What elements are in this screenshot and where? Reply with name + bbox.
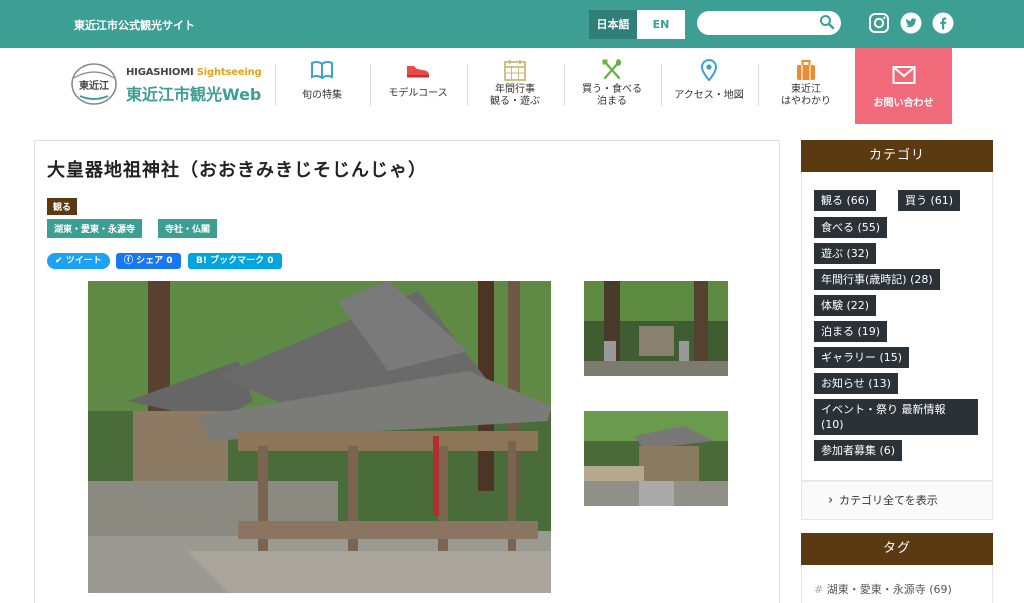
- category-chip[interactable]: 参加者募集 (6): [814, 440, 903, 461]
- tweet-button[interactable]: ✔ ツイート: [47, 253, 110, 269]
- facebook-share-button[interactable]: ⓕ シェア 0: [116, 253, 181, 269]
- thumbnail-photo[interactable]: [584, 281, 728, 376]
- nav-label: アクセス・地図: [674, 90, 744, 101]
- page-title: 大皇器地祖神社（おおきみきじそじんじゃ）: [47, 160, 427, 181]
- nav-label: 買う・食べる 泊まる: [582, 84, 642, 107]
- top-bar: 東近江市公式観光サイト 日本語 EN: [0, 0, 1024, 48]
- category-chip[interactable]: 泊まる (19): [814, 321, 888, 342]
- logo-en: HIGASHIOMI Sightseeing: [126, 67, 262, 78]
- site-logo[interactable]: 東近江 HIGASHIOMI Sightseeing 東近江市観光Web: [70, 62, 270, 106]
- contact-button[interactable]: お問い合わせ: [855, 48, 952, 124]
- category-chip[interactable]: 買う (61): [898, 190, 961, 211]
- map-pin-icon: [700, 58, 718, 82]
- category-chip[interactable]: お知らせ (13): [814, 373, 898, 394]
- twitter-bird-icon: ✔: [55, 256, 66, 266]
- tag-heading: タグ: [801, 533, 993, 565]
- lang-ja-button[interactable]: 日本語: [589, 10, 637, 39]
- genre-tag[interactable]: 寺社・仏閣: [158, 219, 218, 238]
- main-photo[interactable]: [88, 281, 551, 593]
- nav-item-model-course[interactable]: モデルコース: [370, 52, 466, 118]
- facebook-icon[interactable]: [932, 12, 954, 34]
- tag-link[interactable]: 湖東・愛東・永源寺 (69): [814, 581, 952, 597]
- shoe-icon: [407, 66, 429, 78]
- instagram-icon[interactable]: [868, 12, 890, 34]
- envelope-icon: [892, 66, 916, 84]
- category-heading: カテゴリ: [801, 140, 993, 172]
- nav-label: 東近江 はやわかり: [781, 84, 831, 107]
- contact-label: お問い合わせ: [873, 98, 934, 109]
- category-list: 観る (66) 買う (61) 食べる (55) 遊ぶ (32) 年間行事(歳時…: [801, 172, 993, 481]
- hatena-bookmark-button[interactable]: B! ブックマーク 0: [188, 253, 282, 269]
- area-tag[interactable]: 湖東・愛東・永源寺: [47, 219, 143, 238]
- nav-item-annual-events[interactable]: 年間行事 観る・遊ぶ: [467, 52, 563, 118]
- show-all-categories-link[interactable]: カテゴリ全てを表示: [801, 481, 993, 520]
- nav-item-feature[interactable]: 旬の特集: [274, 52, 370, 118]
- site-label: 東近江市公式観光サイト: [74, 19, 195, 32]
- nav-label: モデルコース: [388, 88, 448, 99]
- twitter-icon[interactable]: [900, 12, 922, 34]
- category-chip[interactable]: 年間行事(歳時記) (28): [814, 269, 940, 290]
- logo-ja: 東近江市観光Web: [126, 85, 262, 104]
- search-icon[interactable]: [819, 14, 835, 30]
- lang-en-button[interactable]: EN: [637, 10, 685, 39]
- category-chip[interactable]: 食べる (55): [814, 217, 888, 238]
- article-card: 大皇器地祖神社（おおきみきじそじんじゃ） 観る 湖東・愛東・永源寺 寺社・仏閣 …: [34, 140, 780, 603]
- category-chip[interactable]: イベント・祭り 最新情報 (10): [814, 399, 978, 435]
- book-icon: [311, 60, 333, 80]
- facebook-f-icon: ⓕ: [124, 256, 137, 266]
- calendar-icon: [504, 60, 526, 81]
- logo-mark-text: 東近江: [79, 79, 109, 92]
- nav-item-access-map[interactable]: アクセス・地図: [661, 52, 757, 118]
- category-chip[interactable]: 遊ぶ (32): [814, 243, 877, 264]
- category-chip[interactable]: 体験 (22): [814, 295, 877, 316]
- search-input[interactable]: [697, 11, 841, 35]
- logo-mark-icon: 東近江: [71, 63, 117, 105]
- category-chip[interactable]: 観る (66): [814, 190, 877, 211]
- fork-spoon-icon: [602, 59, 622, 80]
- category-badge[interactable]: 観る: [47, 198, 78, 215]
- nav-item-buy-eat-stay[interactable]: 買う・食べる 泊まる: [564, 52, 660, 118]
- thumbnail-photo[interactable]: [584, 411, 728, 506]
- nav-item-overview[interactable]: 東近江 はやわかり: [758, 52, 854, 118]
- nav-label: 旬の特集: [302, 90, 342, 101]
- nav-label: 年間行事 観る・遊ぶ: [490, 84, 540, 107]
- suitcase-icon: [797, 60, 815, 80]
- category-chip[interactable]: ギャラリー (15): [814, 347, 910, 368]
